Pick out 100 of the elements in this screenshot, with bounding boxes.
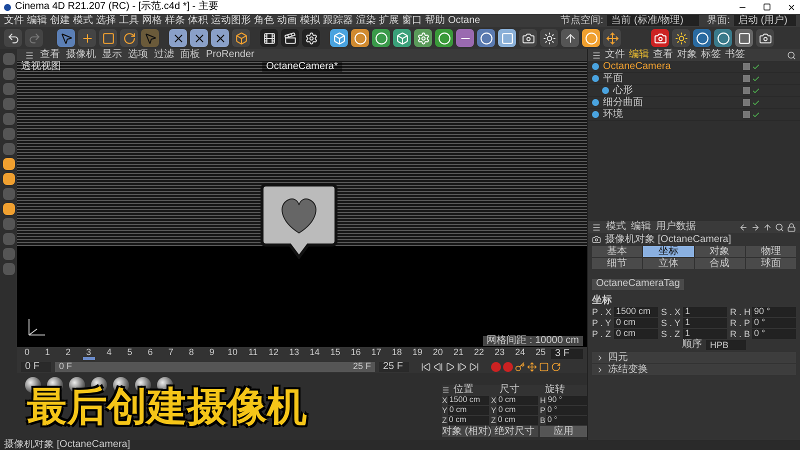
toolbar-icon[interactable]	[120, 29, 138, 47]
range-slider[interactable]: 0 F 25 F	[55, 362, 375, 372]
play-icon[interactable]	[445, 362, 455, 372]
value-field[interactable]: 0 cm	[614, 318, 658, 328]
value-field[interactable]: 0 cm	[614, 329, 658, 339]
tool-icon[interactable]	[2, 173, 14, 185]
value-field[interactable]: 0 °	[546, 416, 587, 425]
value-field[interactable]: 90 °	[752, 307, 796, 317]
value-field[interactable]: 0 cm	[448, 406, 489, 415]
menu-item[interactable]: 编辑	[27, 16, 47, 26]
next-frame-icon[interactable]	[457, 362, 467, 372]
menu-item[interactable]: 模式	[73, 16, 93, 26]
menu-item[interactable]: 动画	[277, 16, 297, 26]
move-key-icon[interactable]	[527, 362, 537, 372]
rotate-key-icon[interactable]	[551, 362, 561, 372]
menu-item[interactable]: 窗口	[402, 16, 422, 26]
toolbar-icon[interactable]	[302, 29, 320, 47]
menu-icon[interactable]	[592, 50, 601, 60]
object-item[interactable]: 细分曲面	[603, 97, 675, 108]
toolbar-icon[interactable]	[169, 29, 187, 47]
value-field[interactable]: 1	[683, 329, 727, 339]
menu-item[interactable]: 工具	[119, 16, 139, 26]
toolbar-icon[interactable]	[540, 29, 558, 47]
menu-item[interactable]: 选择	[96, 16, 116, 26]
toolbar-icon[interactable]	[735, 29, 753, 47]
toolbar-icon[interactable]	[211, 29, 229, 47]
menu-item[interactable]: Octane	[448, 16, 480, 26]
mode-dropdown[interactable]: 对象 (相对)	[442, 426, 489, 437]
tool-icon[interactable]	[2, 158, 14, 170]
menu-item[interactable]: 跟踪器	[323, 16, 353, 26]
value-field[interactable]: 1	[683, 318, 727, 328]
manager-tab[interactable]: 编辑	[629, 50, 649, 60]
close-icon[interactable]	[787, 2, 796, 12]
viewport-menu-item[interactable]: ProRender	[206, 50, 254, 60]
viewport-menu-item[interactable]: 显示	[102, 50, 122, 60]
toolbar-icon[interactable]	[561, 29, 579, 47]
toolbar-icon[interactable]	[281, 29, 299, 47]
attribute-tab[interactable]: 立体	[643, 258, 694, 269]
search-icon[interactable]	[787, 50, 796, 60]
maximize-icon[interactable]	[763, 2, 771, 10]
attribute-tab[interactable]: 物理	[746, 246, 796, 257]
collapsible-group[interactable]: 冻结变换	[592, 364, 796, 375]
menu-item[interactable]: 样条	[165, 16, 185, 26]
toolbar-icon[interactable]	[232, 29, 250, 47]
scale-key-icon[interactable]	[539, 362, 549, 372]
toolbar-icon[interactable]	[651, 29, 669, 47]
value-field[interactable]: 1500 cm	[448, 396, 489, 405]
toolbar-icon[interactable]	[78, 29, 96, 47]
menu-icon[interactable]	[592, 222, 601, 232]
viewport-menu-item[interactable]: 过滤	[154, 50, 174, 60]
viewport-menu-item[interactable]: 选项	[128, 50, 148, 60]
toolbar-icon[interactable]	[414, 29, 432, 47]
tool-icon[interactable]	[2, 203, 14, 215]
value-field[interactable]: 0 cm	[497, 396, 538, 405]
toolbar-icon[interactable]	[519, 29, 537, 47]
current-frame-field[interactable]: 3 F	[551, 348, 583, 358]
node-space-dropdown[interactable]: 当前 (标准/物理)	[607, 15, 700, 26]
up-icon[interactable]	[763, 222, 772, 232]
viewport-menu-item[interactable]: 摄像机	[66, 50, 96, 60]
value-field[interactable]: 0 cm	[496, 416, 538, 425]
start-frame-field[interactable]: 0 F	[21, 362, 51, 372]
attribute-menu-item[interactable]: 模式	[606, 222, 626, 232]
object-item[interactable]: 环境	[603, 109, 675, 120]
value-field[interactable]: 0 cm	[497, 406, 538, 415]
toolbar-icon[interactable]	[603, 29, 621, 47]
toolbar-icon[interactable]	[393, 29, 411, 47]
toolbar-icon[interactable]	[372, 29, 390, 47]
value-field[interactable]: 0 °	[752, 329, 796, 339]
size-mode-dropdown[interactable]: 绝对尺寸	[491, 426, 538, 437]
end-frame-field[interactable]: 25 F	[379, 362, 409, 372]
menu-item[interactable]: 模拟	[300, 16, 320, 26]
timeline-ruler[interactable]: 0 1 2 3 4 5 6 7 8 9 10 11 12 13 14 15 16 17 18 19 20 21 22 23 24 25	[21, 348, 547, 360]
toolbar-icon[interactable]	[456, 29, 474, 47]
value-field[interactable]: 0 cm	[448, 416, 489, 425]
menu-item[interactable]: 体积	[188, 16, 208, 26]
toolbar-icon[interactable]	[99, 29, 117, 47]
interface-dropdown[interactable]: 启动 (用户)	[734, 15, 796, 26]
attribute-tab[interactable]: 球面	[746, 258, 796, 269]
toolbar-icon[interactable]	[477, 29, 495, 47]
attribute-tab[interactable]: 细节	[592, 258, 642, 269]
value-field[interactable]: 90 °	[546, 396, 587, 405]
attribute-tab[interactable]: 合成	[694, 258, 745, 269]
menu-icon[interactable]	[25, 50, 34, 60]
manager-tab[interactable]: 文件	[605, 50, 625, 60]
toolbar-icon[interactable]	[330, 29, 348, 47]
attribute-tab[interactable]: 对象	[694, 246, 745, 257]
value-field[interactable]: 0 °	[546, 406, 587, 415]
attribute-menu-item[interactable]: 用户数据	[656, 222, 696, 232]
toolbar-icon[interactable]	[672, 29, 690, 47]
value-field[interactable]: 0 °	[752, 318, 796, 328]
toolbar-icon[interactable]	[190, 29, 208, 47]
menu-icon[interactable]	[442, 386, 450, 394]
object-item[interactable]: 平面	[603, 73, 675, 84]
menu-item[interactable]: 角色	[254, 16, 274, 26]
attribute-menu-item[interactable]: 编辑	[631, 222, 651, 232]
toolbar-icon[interactable]	[582, 29, 600, 47]
toolbar-icon[interactable]	[714, 29, 732, 47]
object-item[interactable]: 心形	[613, 85, 685, 96]
collapsible-group[interactable]: 四元	[592, 352, 796, 363]
first-frame-icon[interactable]	[421, 362, 431, 372]
